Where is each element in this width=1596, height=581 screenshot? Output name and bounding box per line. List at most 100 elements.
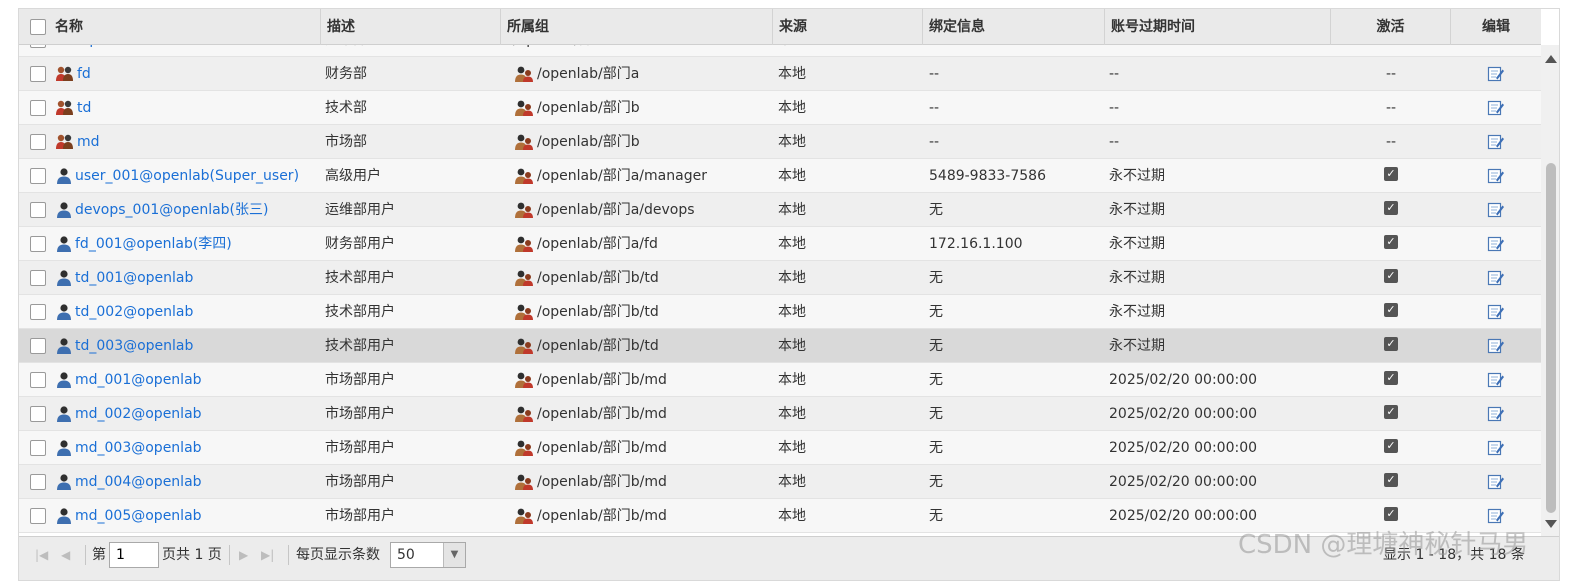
edit-icon[interactable] [1451, 227, 1541, 261]
first-page-icon[interactable]: |◀ [35, 547, 48, 563]
active-checked-icon: ✓ [1384, 371, 1398, 385]
table-row[interactable]: md_001@openlab 市场部用户/openlab/部门b/md 本地 无 202… [19, 363, 1541, 397]
row-name-link[interactable]: td [77, 100, 91, 116]
row-group: /openlab/部门b/td [537, 338, 659, 354]
row-checkbox[interactable] [30, 134, 46, 150]
row-name-link[interactable]: devops [55, 45, 106, 48]
row-bind: 无 [929, 440, 943, 456]
row-name-link[interactable]: md_004@openlab [75, 474, 202, 490]
row-active: ✓ [1331, 295, 1451, 329]
table-row[interactable]: md_004@openlab 市场部用户/openlab/部门b/md 本地 无 202… [19, 465, 1541, 499]
row-checkbox[interactable] [30, 338, 46, 354]
row-desc: 高级用户 [325, 168, 381, 184]
org-group-icon [513, 508, 537, 524]
table-row[interactable]: fd 财务部/openlab/部门a 本地 -- -- -- [19, 57, 1541, 91]
row-checkbox[interactable] [30, 202, 46, 218]
row-name-link[interactable]: td_003@openlab [75, 338, 193, 354]
user-group-icon [55, 66, 77, 82]
scroll-down-arrow-icon[interactable] [1545, 520, 1557, 528]
row-checkbox[interactable] [30, 45, 46, 48]
row-name-link[interactable]: fd [77, 66, 91, 82]
table-row[interactable]: md_002@openlab 市场部用户/openlab/部门b/md 本地 无 202… [19, 397, 1541, 431]
page-number-input[interactable] [109, 542, 159, 568]
row-name-link[interactable]: md_002@openlab [75, 406, 202, 422]
row-checkbox[interactable] [30, 304, 46, 320]
scroll-up-arrow-icon[interactable] [1545, 55, 1557, 63]
col-header-active[interactable]: 激活 [1331, 9, 1451, 45]
col-header-expire[interactable]: 账号过期时间 [1105, 9, 1331, 45]
row-group: /openlab/部门b/md [537, 508, 667, 524]
col-header-name[interactable]: 名称 [49, 9, 321, 45]
row-checkbox[interactable] [30, 236, 46, 252]
row-name-link[interactable]: user_001@openlab(Super_user) [75, 168, 299, 184]
row-checkbox[interactable] [30, 474, 46, 490]
table-row[interactable]: devops_001@openlab(张三) 运维部用户/openlab/部门a/… [19, 193, 1541, 227]
col-header-group[interactable]: 所属组 [501, 9, 773, 45]
table-row[interactable]: md 市场部/openlab/部门b 本地 -- -- -- [19, 125, 1541, 159]
table-row[interactable]: md_003@openlab 市场部用户/openlab/部门b/md 本地 无 202… [19, 431, 1541, 465]
chevron-down-icon[interactable]: ▼ [443, 543, 465, 567]
row-active: ✓ [1331, 193, 1451, 227]
last-page-icon[interactable]: ▶| [261, 547, 274, 563]
vertical-scrollbar[interactable] [1541, 45, 1559, 536]
row-name-link[interactable]: md [77, 134, 100, 150]
org-group-icon [513, 100, 537, 116]
edit-icon[interactable] [1451, 397, 1541, 431]
prev-page-icon[interactable]: ◀ [61, 547, 70, 563]
edit-icon[interactable] [1451, 91, 1541, 125]
row-active: -- [1331, 57, 1451, 91]
table-row-partial[interactable]: devops 运维部 /openlab/部门a 本地 [19, 45, 1541, 57]
per-page-select[interactable]: 50 ▼ [390, 542, 466, 568]
col-header-bind[interactable]: 绑定信息 [923, 9, 1105, 45]
row-name-link[interactable]: td_001@openlab [75, 270, 193, 286]
edit-icon[interactable] [1451, 465, 1541, 499]
org-group-icon [513, 372, 537, 388]
table-row[interactable]: td_001@openlab 技术部用户/openlab/部门b/td 本地 无 永不过… [19, 261, 1541, 295]
row-checkbox[interactable] [30, 270, 46, 286]
row-name-link[interactable]: md_001@openlab [75, 372, 202, 388]
row-checkbox[interactable] [30, 508, 46, 524]
row-source: 本地 [778, 338, 806, 354]
row-checkbox[interactable] [30, 168, 46, 184]
row-name-link[interactable]: td_002@openlab [75, 304, 193, 320]
edit-icon[interactable] [1451, 431, 1541, 465]
row-checkbox[interactable] [30, 100, 46, 116]
row-expire: -- [1109, 134, 1120, 150]
scroll-thumb[interactable] [1546, 163, 1556, 513]
edit-icon[interactable] [1451, 193, 1541, 227]
col-header-edit[interactable]: 编辑 [1451, 9, 1541, 45]
active-value: -- [1385, 66, 1397, 82]
edit-icon[interactable] [1451, 295, 1541, 329]
row-active: -- [1331, 125, 1451, 159]
edit-icon[interactable] [1451, 159, 1541, 193]
select-all-checkbox[interactable] [30, 19, 46, 35]
col-header-source[interactable]: 来源 [773, 9, 923, 45]
row-active: ✓ [1331, 397, 1451, 431]
row-checkbox[interactable] [30, 372, 46, 388]
col-header-desc[interactable]: 描述 [321, 9, 501, 45]
row-name-link[interactable]: md_005@openlab [75, 508, 202, 524]
edit-icon[interactable] [1451, 363, 1541, 397]
edit-icon[interactable] [1451, 329, 1541, 363]
row-checkbox[interactable] [30, 66, 46, 82]
table-row[interactable]: td 技术部/openlab/部门b 本地 -- -- -- [19, 91, 1541, 125]
edit-icon[interactable] [1451, 261, 1541, 295]
table-row[interactable]: fd_001@openlab(李四) 财务部用户/openlab/部门a/fd 本地… [19, 227, 1541, 261]
row-name-link[interactable]: fd_001@openlab(李四) [75, 236, 232, 252]
row-desc: 市场部用户 [325, 508, 395, 524]
table-row[interactable]: td_002@openlab 技术部用户/openlab/部门b/td 本地 无 永不过… [19, 295, 1541, 329]
row-name-link[interactable]: md_003@openlab [75, 440, 202, 456]
row-checkbox[interactable] [30, 440, 46, 456]
row-checkbox[interactable] [30, 406, 46, 422]
edit-icon[interactable] [1451, 57, 1541, 91]
table-header: 名称 描述 所属组 来源 绑定信息 账号过期时间 激活 编辑 [19, 9, 1541, 45]
row-source: 本地 [778, 440, 806, 456]
table-row[interactable]: td_003@openlab 技术部用户/openlab/部门b/td 本地 无 永不过… [19, 329, 1541, 363]
edit-icon[interactable] [1451, 125, 1541, 159]
table-row[interactable]: user_001@openlab(Super_user) 高级用户/openlab… [19, 159, 1541, 193]
next-page-icon[interactable]: ▶ [239, 547, 248, 563]
row-source: 本地 [778, 236, 806, 252]
row-source: 本地 [778, 134, 806, 150]
row-bind: 无 [929, 372, 943, 388]
row-name-link[interactable]: devops_001@openlab(张三) [75, 202, 268, 218]
